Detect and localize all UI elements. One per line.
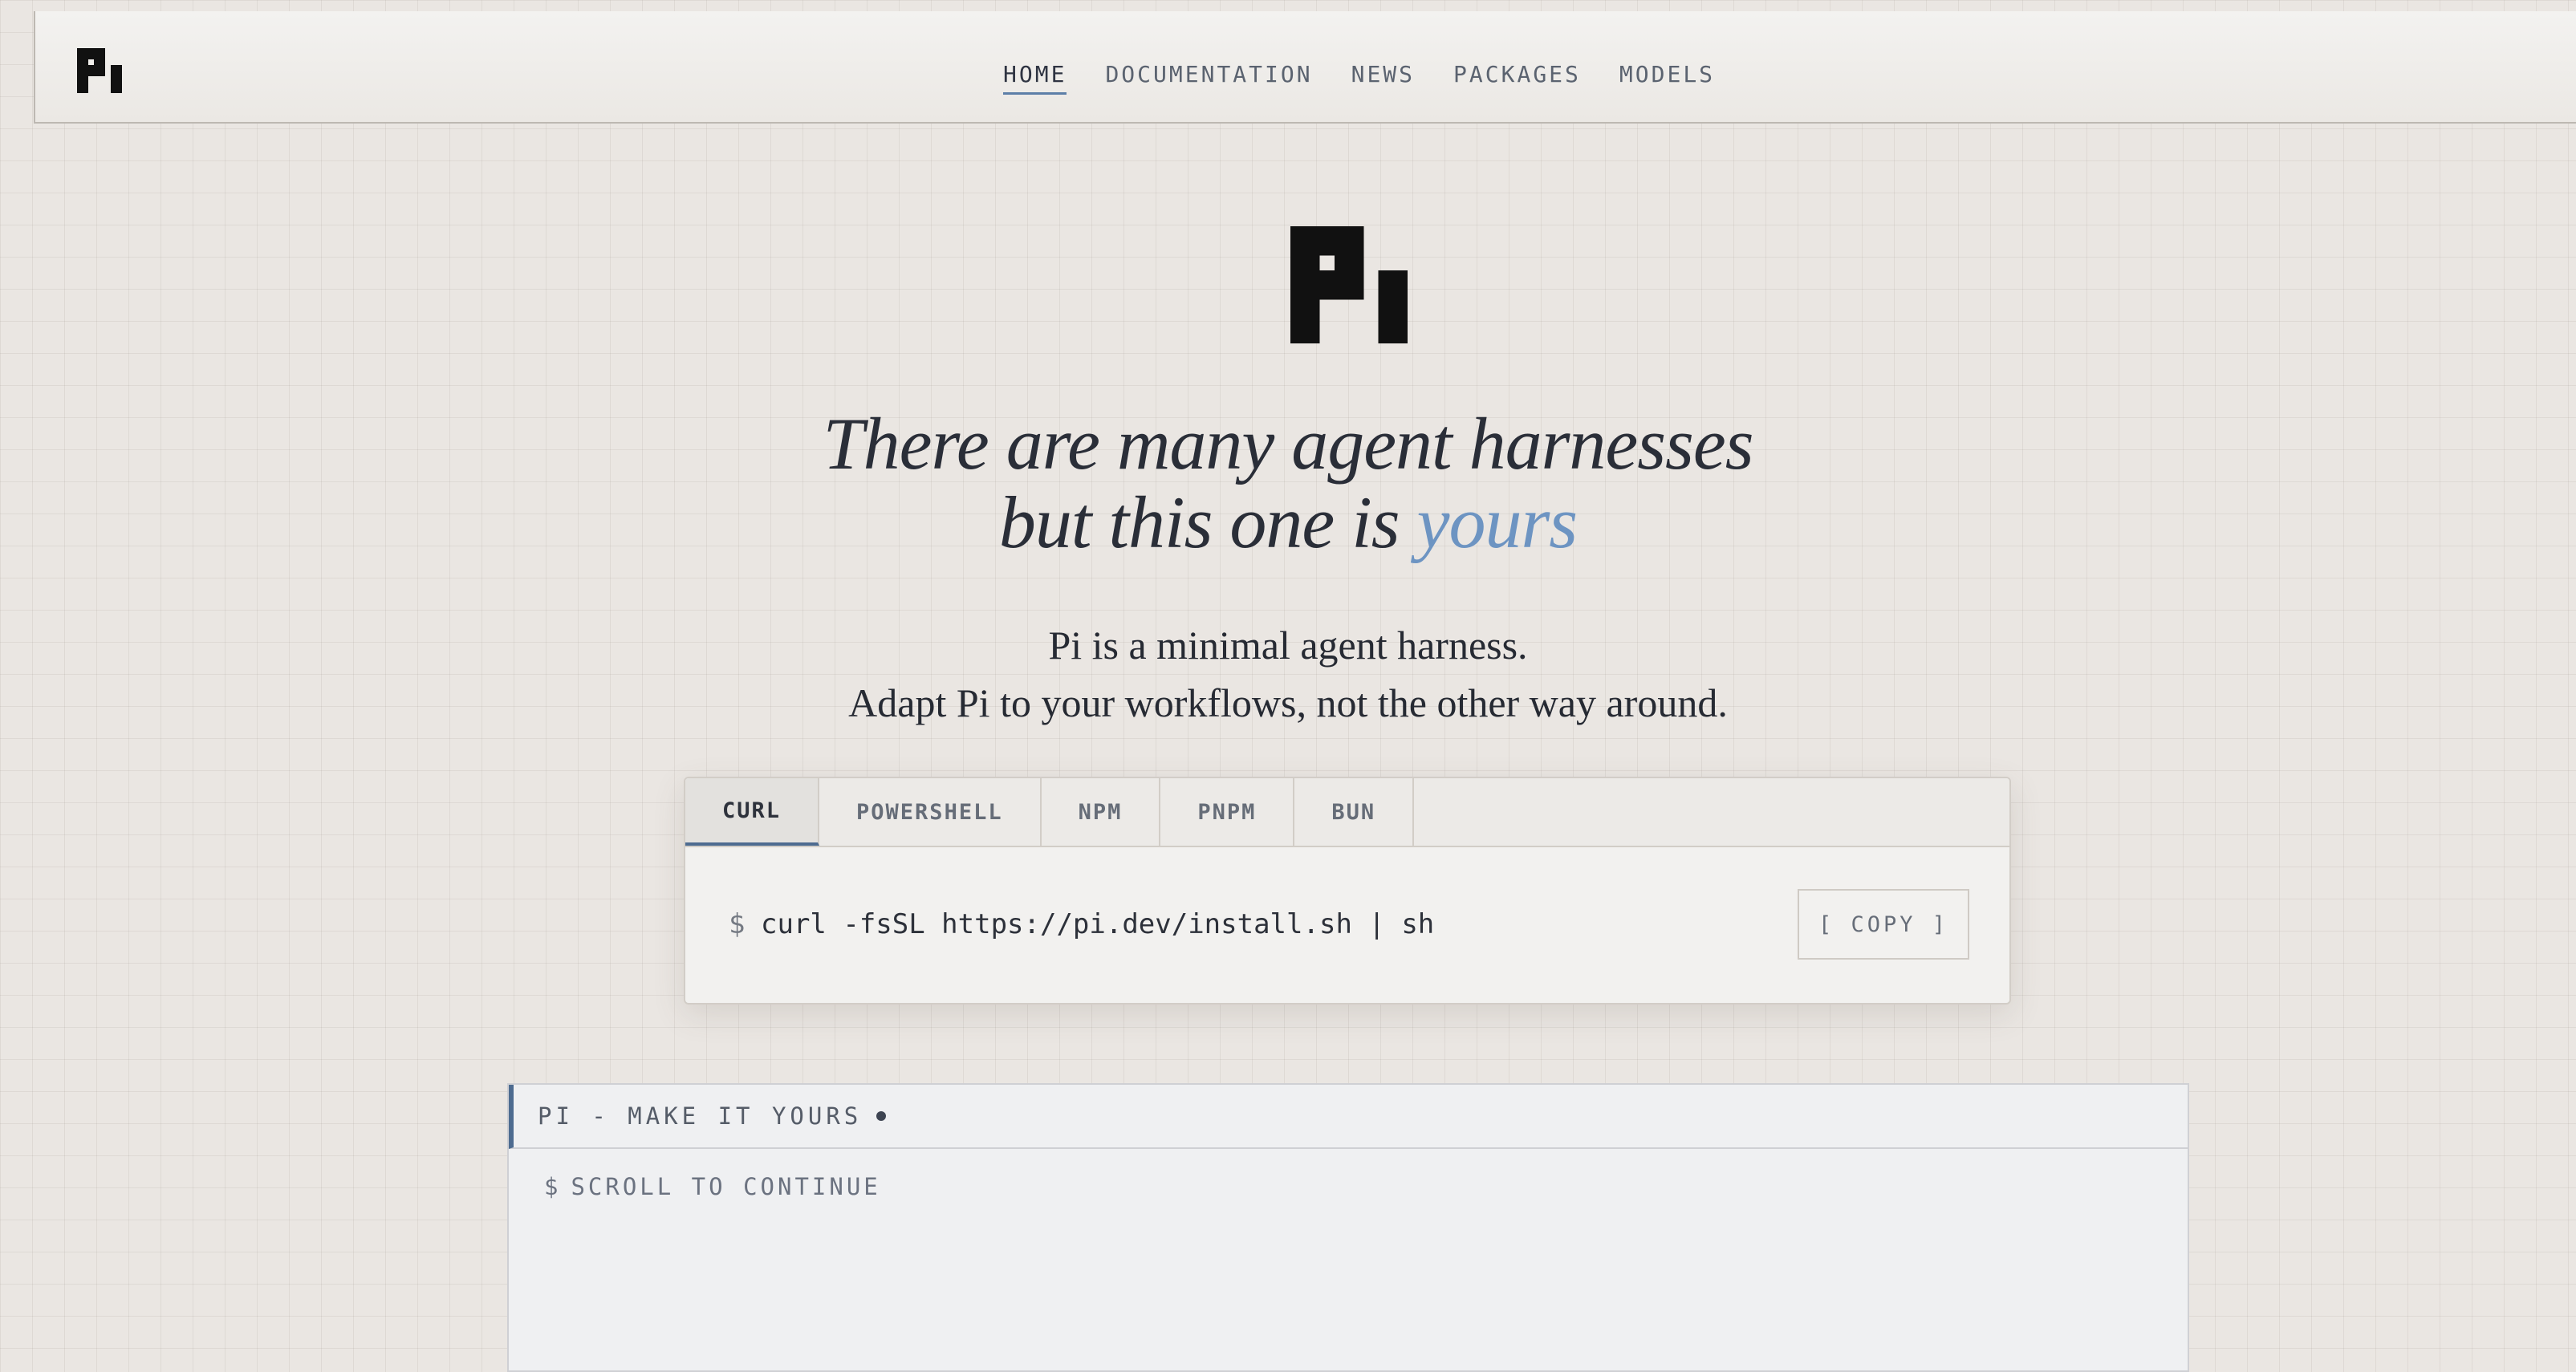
headline-line-1: There are many agent harnesses — [823, 403, 1754, 485]
pi-logo-icon[interactable] — [77, 48, 122, 93]
main-nav: HOME DOCUMENTATION NEWS PACKAGES MODELS — [1003, 61, 1753, 95]
tagline-line-2: Adapt Pi to your workflows, not the othe… — [848, 680, 1728, 725]
terminal-body[interactable]: $ SCROLL TO CONTINUE — [509, 1149, 2188, 1224]
command-row: $ curl -fsSL https://pi.dev/install.sh |… — [685, 847, 2009, 1003]
hero-pi-logo-icon — [1290, 226, 1408, 343]
install-tabs: CURL POWERSHELL NPM PNPM BUN — [685, 778, 2009, 847]
terminal-title: PI - MAKE IT YOURS — [538, 1102, 863, 1130]
tab-npm[interactable]: NPM — [1042, 778, 1161, 846]
terminal-prompt: $ — [544, 1173, 559, 1200]
nav-documentation[interactable]: DOCUMENTATION — [1105, 61, 1312, 95]
tab-bun[interactable]: BUN — [1294, 778, 1415, 846]
install-card: CURL POWERSHELL NPM PNPM BUN $ curl -fsS… — [684, 777, 2011, 1005]
terminal-panel: PI - MAKE IT YOURS $ SCROLL TO CONTINUE — [507, 1083, 2189, 1372]
headline-accent-word: yours — [1416, 481, 1578, 563]
nav-news[interactable]: NEWS — [1351, 61, 1415, 95]
nav-home[interactable]: HOME — [1003, 61, 1067, 95]
tagline-line-1: Pi is a minimal agent harness. — [1048, 623, 1528, 668]
tab-pnpm[interactable]: PNPM — [1160, 778, 1295, 846]
status-dot-icon — [876, 1111, 887, 1121]
install-command[interactable]: curl -fsSL https://pi.dev/install.sh | s… — [761, 908, 1434, 940]
terminal-line: SCROLL TO CONTINUE — [571, 1173, 881, 1200]
command-prompt: $ — [729, 908, 746, 940]
nav-models[interactable]: MODELS — [1619, 61, 1715, 95]
copy-button[interactable]: [ COPY ] — [1798, 889, 1969, 960]
tab-curl[interactable]: CURL — [685, 778, 820, 846]
hero-tagline: Pi is a minimal agent harness. Adapt Pi … — [0, 616, 2576, 732]
hero-headline: There are many agent harnesses but this … — [0, 404, 2576, 562]
headline-line-2-prefix: but this one is — [998, 481, 1400, 563]
tab-powershell[interactable]: POWERSHELL — [819, 778, 1042, 846]
top-nav-bar: HOME DOCUMENTATION NEWS PACKAGES MODELS — [34, 11, 2576, 124]
terminal-header: PI - MAKE IT YOURS — [509, 1085, 2188, 1149]
nav-packages[interactable]: PACKAGES — [1453, 61, 1581, 95]
